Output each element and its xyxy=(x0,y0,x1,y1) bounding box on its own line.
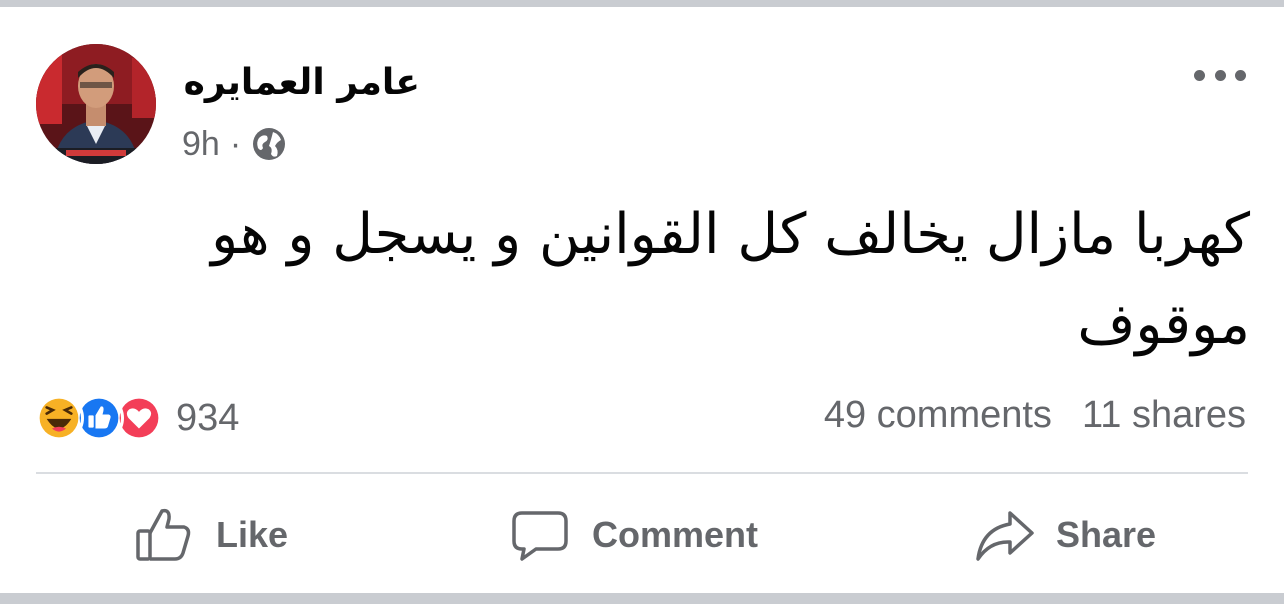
shares-count[interactable]: 11 shares xyxy=(1082,394,1246,437)
avatar-image xyxy=(36,44,156,164)
post-timestamp[interactable]: 9h xyxy=(182,125,220,164)
comment-button[interactable]: Comment xyxy=(510,490,758,580)
avatar[interactable] xyxy=(36,44,156,164)
top-separator-bar xyxy=(0,0,1284,7)
reactions-summary[interactable]: 934 xyxy=(34,392,239,444)
like-label: Like xyxy=(216,514,289,555)
comment-bubble-icon xyxy=(510,505,570,565)
divider xyxy=(36,472,1248,474)
more-options-dot xyxy=(1235,69,1246,81)
post-text: كهربا مازال يخالف كل القوانين و يسجل و ه… xyxy=(211,202,1250,357)
reaction-count: 934 xyxy=(176,396,240,439)
share-button[interactable]: Share xyxy=(974,490,1156,580)
more-options-button[interactable] xyxy=(1190,62,1250,88)
haha-reaction-icon xyxy=(34,393,84,443)
more-options-dot xyxy=(1214,69,1226,81)
bottom-separator-bar xyxy=(0,593,1284,604)
more-options-icon xyxy=(1194,69,1205,81)
meta-separator: · xyxy=(229,124,242,163)
share-label: Share xyxy=(1056,514,1157,555)
globe-icon xyxy=(251,126,287,162)
like-button[interactable]: Like xyxy=(134,490,288,580)
thumbs-up-icon xyxy=(134,505,194,565)
comments-count[interactable]: 49 comments xyxy=(824,394,1052,437)
share-arrow-icon xyxy=(974,505,1034,565)
post-meta: 9h · xyxy=(182,124,287,164)
engagement-stats: 49 comments 11 shares xyxy=(824,394,1246,437)
author-name[interactable]: عامر العمايره xyxy=(180,60,420,106)
comment-label: Comment xyxy=(592,514,759,555)
action-bar: Like Comment Share xyxy=(0,490,1284,580)
